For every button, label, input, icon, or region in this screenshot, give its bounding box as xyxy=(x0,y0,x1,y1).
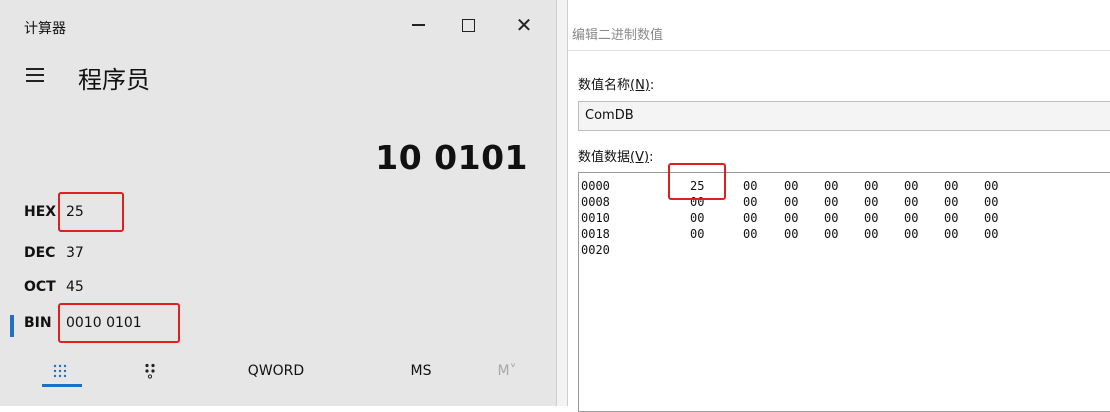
hex-address: 0010 xyxy=(581,211,610,225)
hex-byte[interactable]: 00 xyxy=(904,179,918,193)
oct-row[interactable]: OCT 45 xyxy=(24,274,84,300)
hex-byte[interactable]: 00 xyxy=(743,211,757,225)
mode-title: 程序员 xyxy=(78,66,150,94)
keypad-icon xyxy=(53,364,67,378)
oct-value: 45 xyxy=(66,279,84,295)
oct-label: OCT xyxy=(24,279,56,295)
hex-byte[interactable]: 00 xyxy=(904,211,918,225)
value-name-label: 数值名称(N): xyxy=(578,78,655,93)
hex-byte[interactable]: 00 xyxy=(743,195,757,209)
keypad-button[interactable] xyxy=(30,354,90,388)
bit-toggle-icon xyxy=(145,363,155,379)
dialog-title: 编辑二进制数值 xyxy=(572,28,664,43)
hex-byte[interactable]: 00 xyxy=(904,195,918,209)
hex-byte[interactable]: 00 xyxy=(743,227,757,241)
hex-byte[interactable]: 00 xyxy=(824,227,838,241)
hex-address: 0008 xyxy=(581,195,610,209)
hex-byte[interactable]: 00 xyxy=(824,179,838,193)
bottom-toolbar: QWORD MS M˅ xyxy=(0,354,556,388)
active-row-indicator xyxy=(10,315,14,337)
hex-byte[interactable]: 00 xyxy=(784,179,798,193)
hex-address: 0018 xyxy=(581,227,610,241)
hex-byte[interactable]: 00 xyxy=(984,179,998,193)
result-display: 10 0101 xyxy=(375,138,528,177)
hex-byte[interactable]: 00 xyxy=(944,195,958,209)
hex-byte[interactable]: 00 xyxy=(864,227,878,241)
dec-value: 37 xyxy=(66,245,84,261)
dec-label: DEC xyxy=(24,245,56,261)
hex-byte[interactable]: 00 xyxy=(864,195,878,209)
hex-byte[interactable]: 00 xyxy=(690,227,704,241)
keypad-active-indicator xyxy=(42,384,82,387)
bin-label: BIN xyxy=(24,315,52,331)
hex-byte[interactable]: 00 xyxy=(984,195,998,209)
hex-byte[interactable]: 00 xyxy=(864,211,878,225)
value-data-label: 数值数据(V): xyxy=(578,150,654,165)
window-divider xyxy=(556,0,568,406)
hex-byte[interactable]: 00 xyxy=(864,179,878,193)
minimize-icon xyxy=(411,24,425,26)
hex-byte[interactable]: 00 xyxy=(984,211,998,225)
memory-list-button[interactable]: M˅ xyxy=(482,354,532,388)
hex-byte[interactable]: 00 xyxy=(784,211,798,225)
title-separator xyxy=(568,50,1110,51)
hex-byte[interactable]: 00 xyxy=(784,195,798,209)
bin-highlight-box xyxy=(58,303,180,343)
hex-byte[interactable]: 00 xyxy=(944,211,958,225)
window-title: 计算器 xyxy=(24,21,66,37)
hex-address: 0000 xyxy=(581,179,610,193)
value-data-editor[interactable]: 0000 25 00 00 00 00 00 00 00 0008 00 00 00 00 00 00 00 00… xyxy=(578,172,1110,412)
hex-address: 0020 xyxy=(581,243,610,257)
hex-byte[interactable]: 00 xyxy=(904,227,918,241)
memory-store-button[interactable]: MS xyxy=(396,354,446,388)
hex-byte[interactable]: 00 xyxy=(984,227,998,241)
first-byte-highlight-box xyxy=(668,163,726,200)
hex-highlight-box xyxy=(58,192,124,232)
hex-byte[interactable]: 00 xyxy=(824,195,838,209)
hex-byte[interactable]: 00 xyxy=(784,227,798,241)
close-button[interactable]: ✕ xyxy=(504,10,544,40)
bit-toggle-button[interactable] xyxy=(120,354,180,388)
hex-byte[interactable]: 00 xyxy=(743,179,757,193)
hex-byte[interactable]: 00 xyxy=(944,179,958,193)
hex-byte[interactable]: 00 xyxy=(944,227,958,241)
maximize-icon xyxy=(461,18,475,32)
value-name-field[interactable]: ComDB xyxy=(578,101,1110,131)
word-size-button[interactable]: QWORD xyxy=(236,354,316,388)
hex-byte[interactable]: 00 xyxy=(824,211,838,225)
hamburger-menu-icon[interactable] xyxy=(26,68,44,82)
binary-editor-dialog: 编辑二进制数值 数值名称(N): ComDB 数值数据(V): 0000 25 00… xyxy=(568,0,1110,412)
hex-label: HEX xyxy=(24,204,57,220)
hex-byte[interactable]: 00 xyxy=(690,211,704,225)
calculator-window: 计算器 ✕ 程序员 10 0101 HEX 25 DEC 37 OCT 45 B… xyxy=(0,0,556,406)
dec-row[interactable]: DEC 37 xyxy=(24,240,84,266)
minimize-button[interactable] xyxy=(398,10,438,40)
maximize-button[interactable] xyxy=(448,10,488,40)
close-icon: ✕ xyxy=(515,13,533,37)
